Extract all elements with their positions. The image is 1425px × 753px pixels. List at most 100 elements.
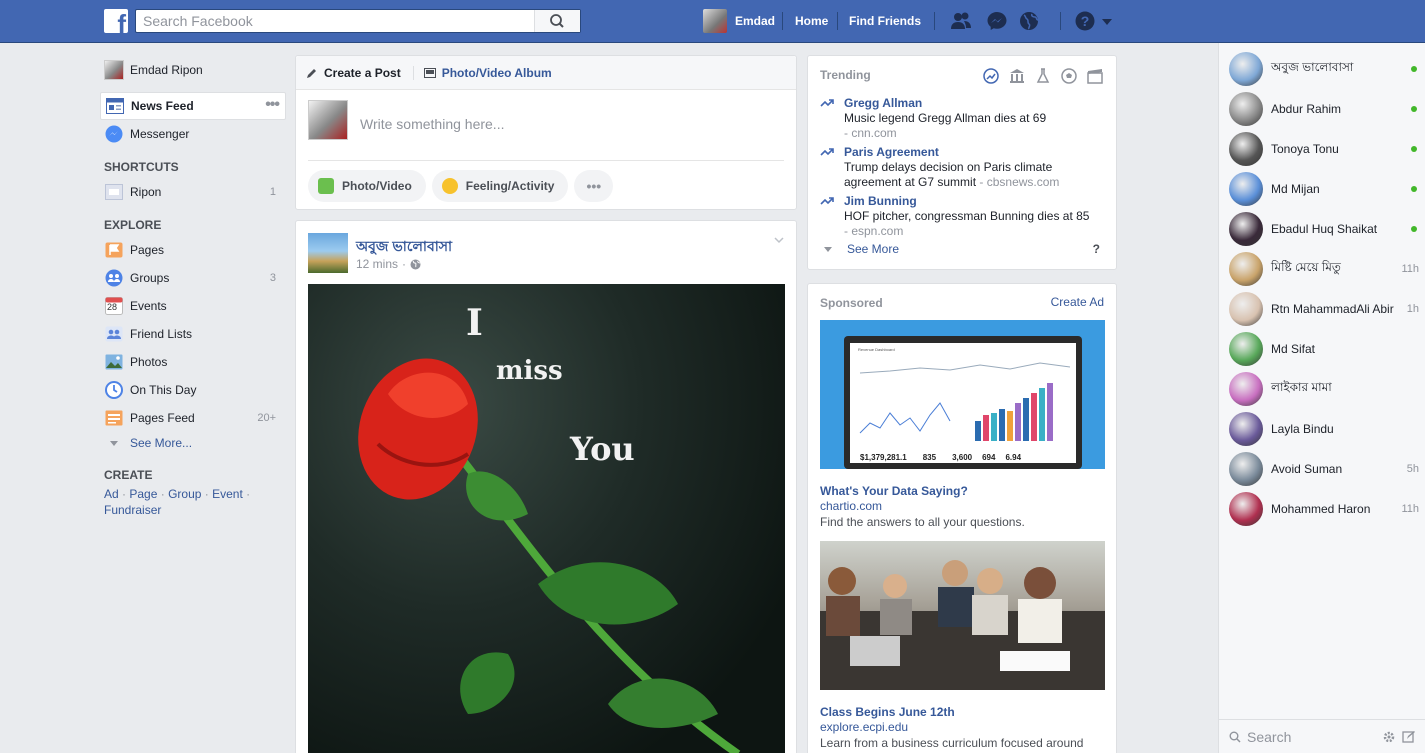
stat-value: 694 [982, 453, 996, 462]
create-group-link[interactable]: Group [168, 487, 201, 501]
sidebar-item-label: Ripon [130, 185, 162, 199]
chat-contact[interactable]: Mohammed Haron 11h [1229, 491, 1419, 527]
divider [412, 65, 414, 80]
contact-name: Layla Bindu [1271, 422, 1334, 436]
post-timestamp[interactable]: 12 mins [356, 257, 398, 271]
tab-photo-video-album[interactable]: Photo/Video Album [423, 66, 552, 80]
politics-icon[interactable] [1008, 67, 1026, 85]
search-button[interactable] [534, 10, 580, 32]
create-fundraiser-link[interactable]: Fundraiser [104, 503, 161, 517]
avatar [1229, 292, 1263, 326]
trending-see-more[interactable]: See More [820, 242, 899, 256]
see-more-link[interactable]: See More... [100, 432, 286, 454]
chat-contact[interactable]: লাইকার মামা [1229, 371, 1419, 407]
sidebar-item-news-feed[interactable]: News Feed ••• [100, 92, 286, 120]
page-icon [104, 182, 124, 202]
trending-title-link[interactable]: Jim Bunning [844, 194, 917, 208]
dashboard-screen: Revenue Dashboard $1,379,281.1 835 3,600… [850, 343, 1076, 463]
divider [308, 160, 784, 161]
trending-arrow-icon [820, 99, 834, 107]
composer-tabs: Create a Post Photo/Video Album [296, 56, 796, 90]
album-icon [423, 67, 436, 78]
post-image[interactable]: I miss You [308, 284, 785, 753]
composer-actions: Photo/Video Feeling/Activity ••• [308, 170, 619, 202]
chat-contact[interactable]: Avoid Suman 5h [1229, 451, 1419, 487]
avatar [308, 100, 348, 140]
smiley-icon [441, 178, 458, 194]
create-page-link[interactable]: Page [129, 487, 157, 501]
more-options-button[interactable]: ••• [574, 170, 614, 202]
count-badge: 20+ [257, 412, 276, 424]
sports-icon[interactable] [1060, 67, 1078, 85]
trending-help-icon[interactable]: ? [1093, 242, 1100, 256]
sidebar-item-events[interactable]: 28 Events [100, 292, 286, 320]
button-label: Photo/Video [342, 179, 412, 193]
science-icon[interactable] [1034, 67, 1052, 85]
create-ad-link[interactable]: Create Ad [1051, 295, 1104, 309]
sidebar-item-messenger[interactable]: Messenger [100, 120, 286, 148]
news-feed-icon [105, 96, 125, 116]
chat-contact[interactable]: Md Sifat [1229, 331, 1419, 367]
post-author[interactable]: অবুজ ভালোবাসা [356, 235, 452, 259]
dashboard-title: Revenue Dashboard [858, 347, 895, 352]
chat-contact[interactable]: Rtn MahammadAli Abir 1h [1229, 291, 1419, 327]
sidebar-item-label: Friend Lists [130, 327, 193, 341]
home-link[interactable]: Home [795, 14, 828, 28]
chat-contact[interactable]: Md Mijan [1229, 171, 1419, 207]
sidebar-item-pages-feed[interactable]: Pages Feed 20+ [100, 404, 286, 432]
divider [1060, 12, 1061, 30]
ad-image-dashboard[interactable]: Revenue Dashboard $1,379,281.1 835 3,600… [820, 320, 1105, 469]
photo-video-button[interactable]: Photo/Video [308, 170, 426, 202]
chat-contact[interactable]: Tonoya Tonu [1229, 131, 1419, 167]
avatar[interactable] [308, 233, 348, 273]
chat-contact[interactable]: Ebadul Huq Shaikat [1229, 211, 1419, 247]
top-trends-icon[interactable] [982, 67, 1000, 85]
sidebar-item-friend-lists[interactable]: Friend Lists [100, 320, 286, 348]
chat-contact[interactable]: মিষ্টি মেয়ে মিতু 11h [1229, 251, 1419, 287]
help-icon[interactable]: ? [1074, 11, 1096, 31]
dashboard-stats: $1,379,281.1 835 3,600 694 6.94 [860, 453, 1021, 462]
tab-create-post[interactable]: Create a Post [306, 66, 401, 80]
sidebar-item-profile[interactable]: Emdad Ripon [100, 56, 286, 84]
trending-description: Music legend Gregg Allman dies at 69- cn… [844, 111, 1108, 141]
composer-placeholder[interactable]: Write something here... [360, 116, 504, 132]
see-more-label[interactable]: See More... [130, 436, 192, 450]
shortcuts-heading: SHORTCUTS [104, 160, 179, 174]
find-friends-link[interactable]: Find Friends [849, 14, 921, 28]
left-sidebar: Emdad Ripon News Feed ••• Messenger SHOR… [100, 56, 286, 518]
entertainment-icon[interactable] [1086, 67, 1104, 85]
ad-image-classroom[interactable] [820, 541, 1105, 691]
more-options-icon[interactable]: ••• [265, 96, 280, 114]
create-ad-link[interactable]: Ad [104, 487, 119, 501]
feeling-activity-button[interactable]: Feeling/Activity [431, 170, 569, 202]
sidebar-item-photos[interactable]: Photos [100, 348, 286, 376]
friend-requests-icon[interactable] [950, 11, 972, 31]
chat-search-input[interactable]: Search [1247, 729, 1291, 745]
messenger-icon[interactable] [986, 11, 1008, 31]
groups-icon [104, 268, 124, 288]
post-options-chevron-icon[interactable] [774, 235, 784, 245]
trending-title-link[interactable]: Gregg Allman [844, 96, 922, 110]
sidebar-item-groups[interactable]: Groups 3 [100, 264, 286, 292]
account-menu-arrow-icon[interactable] [1100, 11, 1114, 31]
ad-domain[interactable]: explore.ecpi.edu [820, 720, 908, 735]
search-input[interactable] [136, 10, 536, 32]
ad-title[interactable]: What's Your Data Saying? [820, 484, 968, 499]
sidebar-item-pages[interactable]: Pages [100, 236, 286, 264]
facebook-logo[interactable]: f [104, 9, 128, 33]
profile-link[interactable]: Emdad [703, 9, 775, 33]
trending-title-link[interactable]: Paris Agreement [844, 145, 939, 159]
ad-title[interactable]: Class Begins June 12th [820, 705, 955, 720]
contact-name: অবুজ ভালোবাসা [1271, 60, 1354, 74]
sidebar-item-ripon[interactable]: Ripon 1 [100, 178, 286, 206]
ad-domain[interactable]: chartio.com [820, 499, 882, 514]
chat-contact[interactable]: অবুজ ভালোবাসা [1229, 51, 1419, 87]
gear-icon[interactable] [1382, 730, 1396, 744]
chat-contact[interactable]: Abdur Rahim [1229, 91, 1419, 127]
chat-contact[interactable]: Layla Bindu [1229, 411, 1419, 447]
compose-icon[interactable] [1402, 730, 1416, 744]
globe-icon[interactable] [1018, 11, 1040, 31]
composer-body[interactable]: Write something here... [296, 90, 796, 160]
create-event-link[interactable]: Event [212, 487, 243, 501]
sidebar-item-on-this-day[interactable]: On This Day [100, 376, 286, 404]
